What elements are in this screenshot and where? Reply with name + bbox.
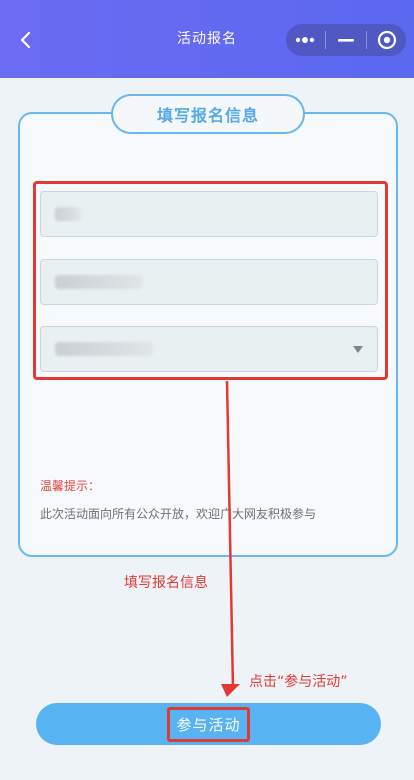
close-target-icon — [378, 30, 397, 50]
minimize-button[interactable] — [329, 26, 363, 54]
top-navigation-bar: 活动报名 — [0, 0, 414, 78]
join-activity-label: 参与活动 — [167, 706, 250, 742]
close-button[interactable] — [370, 26, 404, 54]
annotation-form-hint: 填写报名信息 — [124, 575, 208, 591]
tip-text: 此次活动面向所有公众开放，欢迎广大网友积极参与 — [40, 507, 317, 521]
annotation-button-hint: 点击“参与活动” — [249, 674, 348, 690]
mini-program-capsule — [286, 24, 406, 56]
more-icon — [295, 37, 314, 43]
tip-title: 温馨提示： — [40, 479, 101, 493]
form-title-badge: 填写报名信息 — [111, 94, 305, 134]
minimize-icon — [337, 39, 354, 42]
annotation-highlight-fields — [33, 181, 388, 380]
capsule-divider — [324, 31, 326, 49]
more-button[interactable] — [288, 26, 322, 54]
join-activity-button[interactable]: 参与活动 — [36, 703, 381, 745]
capsule-divider — [366, 31, 368, 49]
